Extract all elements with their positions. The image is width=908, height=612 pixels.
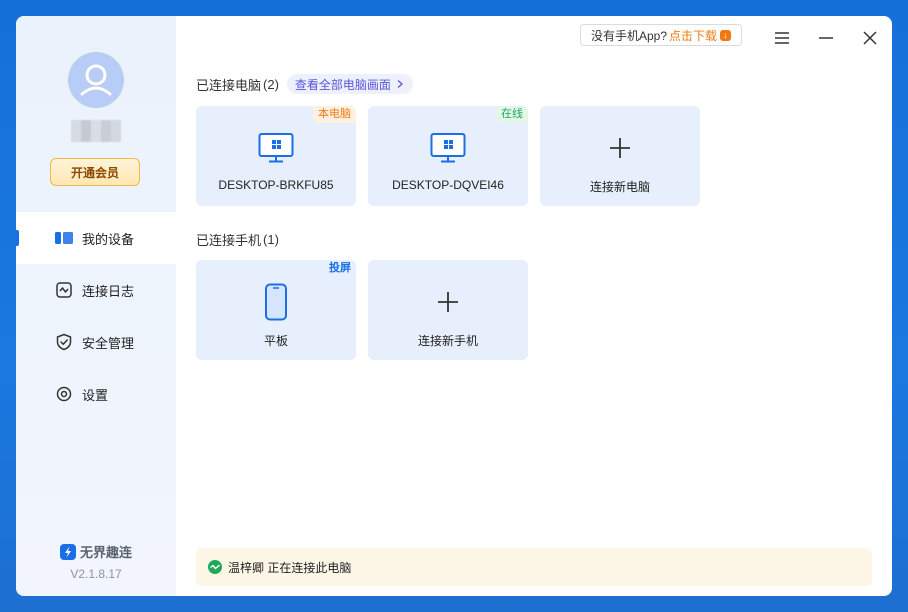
sidebar-item-my-devices[interactable]: 我的设备 xyxy=(16,212,176,264)
vip-button[interactable]: 开通会员 xyxy=(50,158,140,186)
plus-icon xyxy=(428,282,468,322)
chevron-right-icon xyxy=(397,80,403,88)
sidebar-nav: 我的设备 连接日志 安全管理 设置 xyxy=(16,212,176,420)
promo-text: 没有手机App? xyxy=(590,28,667,43)
app-window: 开通会员 我的设备 连接日志 安全管理 设置 无界趣连 V2.1.8.17 没有… xyxy=(16,16,892,596)
hamburger-icon xyxy=(775,32,789,44)
plus-icon xyxy=(600,128,640,168)
close-icon xyxy=(863,31,877,45)
add-phone-card[interactable]: 连接新手机 xyxy=(368,260,528,360)
close-button[interactable] xyxy=(858,26,882,50)
view-all-label: 查看全部电脑画面 xyxy=(294,77,391,92)
settings-icon xyxy=(54,384,74,404)
minimize-icon xyxy=(819,37,833,39)
username-redacted xyxy=(71,120,121,142)
app-logo-icon xyxy=(59,543,76,560)
phone-name: 平板 xyxy=(263,334,288,348)
sidebar-item-label: 安全管理 xyxy=(82,335,135,351)
menu-button[interactable] xyxy=(770,26,794,50)
brand: 无界趣连 V2.1.8.17 xyxy=(16,542,176,581)
sidebar-item-label: 连接日志 xyxy=(82,283,135,299)
sidebar: 开通会员 我的设备 连接日志 安全管理 设置 无界趣连 V2.1.8.17 xyxy=(16,16,176,596)
user-icon xyxy=(80,64,112,96)
avatar[interactable] xyxy=(68,52,124,108)
add-phone-label: 连接新手机 xyxy=(417,334,478,348)
phones-count: (1) xyxy=(263,232,279,247)
status-text: 温梓卿 正在连接此电脑 xyxy=(228,560,352,575)
sidebar-item-label: 设置 xyxy=(82,387,109,403)
computers-section-title: 已连接电脑 (2) 查看全部电脑画面 xyxy=(196,74,413,94)
shield-icon xyxy=(54,332,74,352)
this-computer-badge: 本电脑 xyxy=(313,106,356,123)
log-icon xyxy=(54,280,74,300)
phone-icon xyxy=(256,282,296,322)
sidebar-item-settings[interactable]: 设置 xyxy=(16,368,176,420)
phones-section-title: 已连接手机 (1) xyxy=(196,230,279,249)
online-badge: 在线 xyxy=(496,106,528,123)
computer-card[interactable]: 在线 DESKTOP-DQVEI46 xyxy=(368,106,528,206)
monitor-icon xyxy=(428,128,468,168)
sidebar-item-connection-log[interactable]: 连接日志 xyxy=(16,264,176,316)
phones-title: 已连接手机 xyxy=(196,233,262,248)
monitor-icon xyxy=(256,128,296,168)
app-name: 无界趣连 xyxy=(79,545,132,560)
minimize-button[interactable] xyxy=(814,26,838,50)
download-app-promo[interactable]: 没有手机App? 点击下载 ↓ xyxy=(580,24,742,46)
app-version: V2.1.8.17 xyxy=(70,567,122,581)
download-icon: ↓ xyxy=(720,29,732,41)
computer-name: DESKTOP-BRKFU85 xyxy=(218,178,334,192)
activity-icon xyxy=(208,560,222,574)
computer-card[interactable]: 本电脑 DESKTOP-BRKFU85 xyxy=(196,106,356,206)
connection-status-bar: 温梓卿 正在连接此电脑 xyxy=(196,548,872,586)
phone-card[interactable]: 投屏 平板 xyxy=(196,260,356,360)
add-computer-label: 连接新电脑 xyxy=(589,180,650,194)
add-computer-card[interactable]: 连接新电脑 xyxy=(540,106,700,206)
view-all-computers-link[interactable]: 查看全部电脑画面 xyxy=(286,74,413,94)
computers-count: (2) xyxy=(263,76,279,92)
main-panel: 没有手机App? 点击下载 ↓ 已连接电脑 (2) 查看全部电脑画面 本电脑 D… xyxy=(176,16,892,596)
computer-name: DESKTOP-DQVEI46 xyxy=(392,178,504,192)
computers-title: 已连接电脑 xyxy=(196,77,262,93)
devices-icon xyxy=(54,228,74,248)
sidebar-item-label: 我的设备 xyxy=(82,231,135,247)
promo-download-link[interactable]: 点击下载 xyxy=(669,27,717,44)
screen-cast-badge: 投屏 xyxy=(329,262,351,274)
sidebar-item-security[interactable]: 安全管理 xyxy=(16,316,176,368)
